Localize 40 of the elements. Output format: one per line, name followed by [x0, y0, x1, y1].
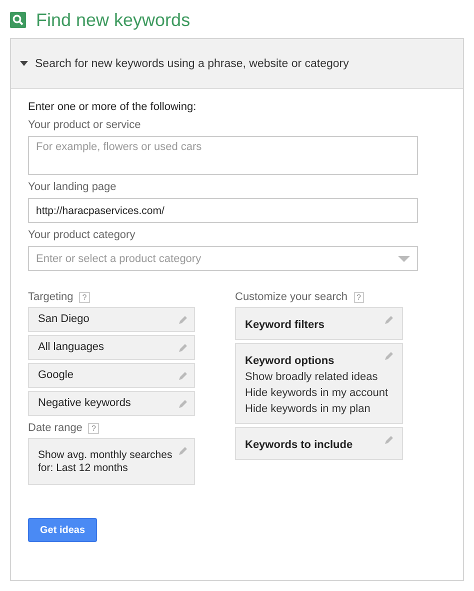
- field-label: Your landing page: [28, 181, 118, 193]
- section-heading: Search for new keywords using a phrase, website or category: [35, 58, 349, 70]
- targeting-label: Targeting: [28, 291, 74, 303]
- option-title: Keywords to include: [245, 439, 353, 451]
- date-range-label: Date range: [28, 422, 82, 434]
- option-title: Keyword options: [245, 355, 334, 367]
- targeting-item[interactable]: All languages: [28, 335, 195, 360]
- option-card[interactable]: Keyword filters: [235, 307, 403, 340]
- help-icon[interactable]: ?: [88, 422, 99, 434]
- option-text: Hide keywords in my plan: [245, 403, 372, 415]
- customize-label: Customize your search: [235, 291, 348, 303]
- pencil-icon: [178, 343, 188, 353]
- targeting-item[interactable]: Google: [28, 363, 195, 388]
- page-title: Find new keywords: [36, 10, 190, 30]
- caret-icon: [20, 61, 28, 66]
- option-text: Hide keywords in my account: [245, 387, 390, 399]
- option-card[interactable]: Keyword options Show broadly related ideas Hide keywords in my account Hide keywords in my plan: [235, 343, 403, 424]
- pencil-icon: [384, 351, 394, 361]
- option-title: Keyword filters: [245, 319, 324, 331]
- targeting-item[interactable]: San Diego: [28, 307, 195, 332]
- dropdown-icon: [398, 256, 410, 262]
- pencil-icon: [178, 446, 188, 456]
- pencil-icon: [384, 315, 394, 325]
- search-icon: [10, 12, 26, 28]
- option-text: Show broadly related ideas: [245, 371, 379, 383]
- option-card[interactable]: Keywords to include: [235, 427, 403, 460]
- date-range-item[interactable]: Show avg. monthly searches for: Last 12 months: [28, 438, 195, 485]
- targeting-item[interactable]: Negative keywords: [28, 391, 195, 416]
- pencil-icon: [384, 435, 394, 445]
- section-header[interactable]: Search for new keywords using a phrase, website or category: [11, 39, 463, 89]
- field-label: Your product or service: [28, 119, 142, 131]
- help-icon[interactable]: ?: [79, 292, 90, 302]
- pencil-icon: [178, 399, 188, 409]
- landing-page-input[interactable]: http://haracpaservices.com/: [28, 198, 418, 223]
- help-icon[interactable]: ?: [354, 292, 364, 302]
- product-input[interactable]: For example, flowers or used cars: [28, 136, 418, 175]
- field-label: Your product category: [28, 229, 136, 241]
- intro-text: Enter one or more of the following:: [28, 101, 198, 113]
- pencil-icon: [178, 315, 188, 325]
- pencil-icon: [178, 371, 188, 381]
